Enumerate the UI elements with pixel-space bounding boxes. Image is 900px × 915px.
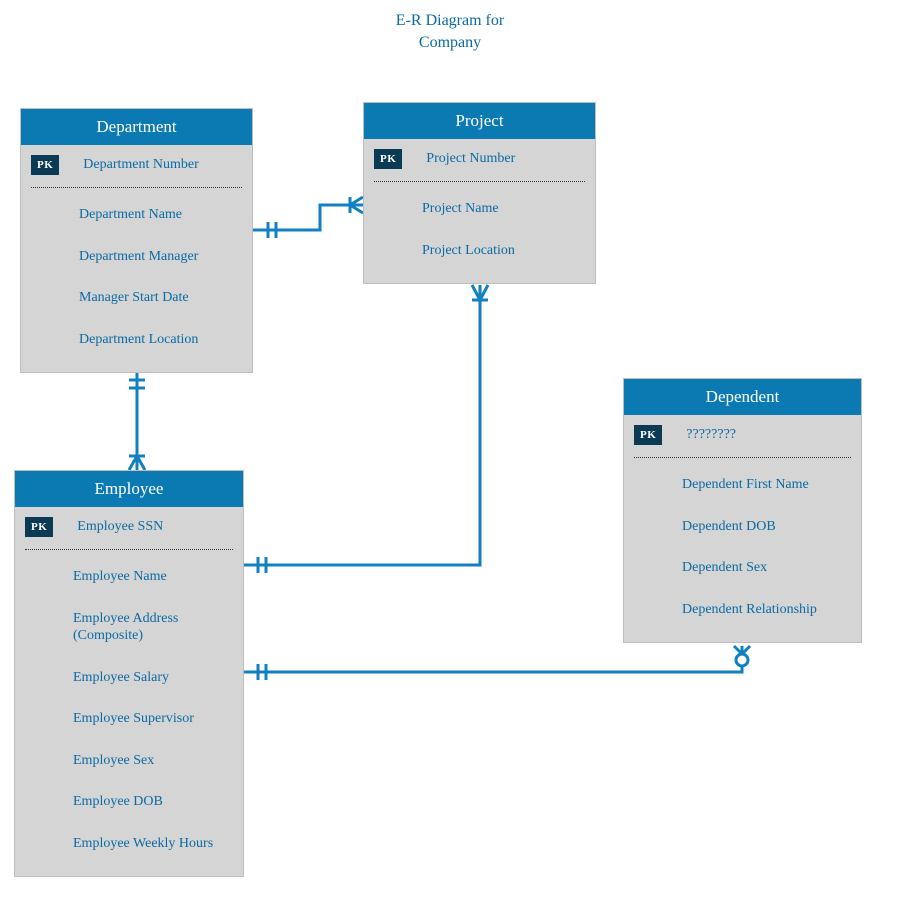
pk-attribute: Project Number — [426, 151, 515, 167]
pk-row: PK Employee SSN — [15, 507, 243, 549]
pk-row: PK ???????? — [624, 415, 861, 457]
attribute-list: Project Name Project Location — [364, 182, 595, 283]
attribute: Employee DOB — [25, 781, 233, 823]
rel-employee-dependent — [244, 646, 742, 672]
entity-dependent: Dependent PK ???????? Dependent First Na… — [623, 378, 862, 643]
entity-department: Department PK Department Number Departme… — [20, 108, 253, 373]
diagram-title: E-R Diagram for Company — [0, 10, 900, 53]
attribute: Department Name — [31, 194, 242, 236]
attribute-list: Dependent First Name Dependent DOB Depen… — [624, 458, 861, 642]
attribute: Manager Start Date — [31, 277, 242, 319]
pk-attribute: Department Number — [83, 157, 198, 173]
rel-department-project — [253, 205, 363, 230]
entity-project: Project PK Project Number Project Name P… — [363, 102, 596, 284]
attribute: Employee Name — [25, 556, 233, 598]
attribute: Employee Address (Composite) — [25, 598, 233, 657]
diagram-canvas: E-R Diagram for Company — [0, 0, 900, 915]
attribute-list: Department Name Department Manager Manag… — [21, 188, 252, 372]
entity-header: Employee — [15, 471, 243, 507]
attribute: Dependent DOB — [634, 506, 851, 548]
pk-row: PK Department Number — [21, 145, 252, 187]
entity-header: Project — [364, 103, 595, 139]
pk-row: PK Project Number — [364, 139, 595, 181]
pk-attribute: Employee SSN — [77, 519, 163, 535]
entity-employee: Employee PK Employee SSN Employee Name E… — [14, 470, 244, 877]
attribute: Employee Supervisor — [25, 698, 233, 740]
pk-badge: PK — [374, 149, 402, 169]
entity-header: Department — [21, 109, 252, 145]
pk-badge: PK — [31, 155, 59, 175]
attribute: Dependent First Name — [634, 464, 851, 506]
attribute: Employee Weekly Hours — [25, 823, 233, 865]
title-line-2: Company — [0, 32, 900, 54]
attribute: Employee Salary — [25, 657, 233, 699]
rel-employee-project — [244, 285, 480, 565]
title-line-1: E-R Diagram for — [0, 10, 900, 32]
attribute: Project Name — [374, 188, 585, 230]
entity-header: Dependent — [624, 379, 861, 415]
attribute: Dependent Sex — [634, 547, 851, 589]
attribute-list: Employee Name Employee Address (Composit… — [15, 550, 243, 876]
pk-badge: PK — [25, 517, 53, 537]
attribute: Project Location — [374, 230, 585, 272]
pk-attribute: ???????? — [686, 427, 736, 443]
attribute: Department Manager — [31, 236, 242, 278]
attribute: Employee Sex — [25, 740, 233, 782]
attribute: Dependent Relationship — [634, 589, 851, 631]
pk-badge: PK — [634, 425, 662, 445]
attribute: Department Location — [31, 319, 242, 361]
